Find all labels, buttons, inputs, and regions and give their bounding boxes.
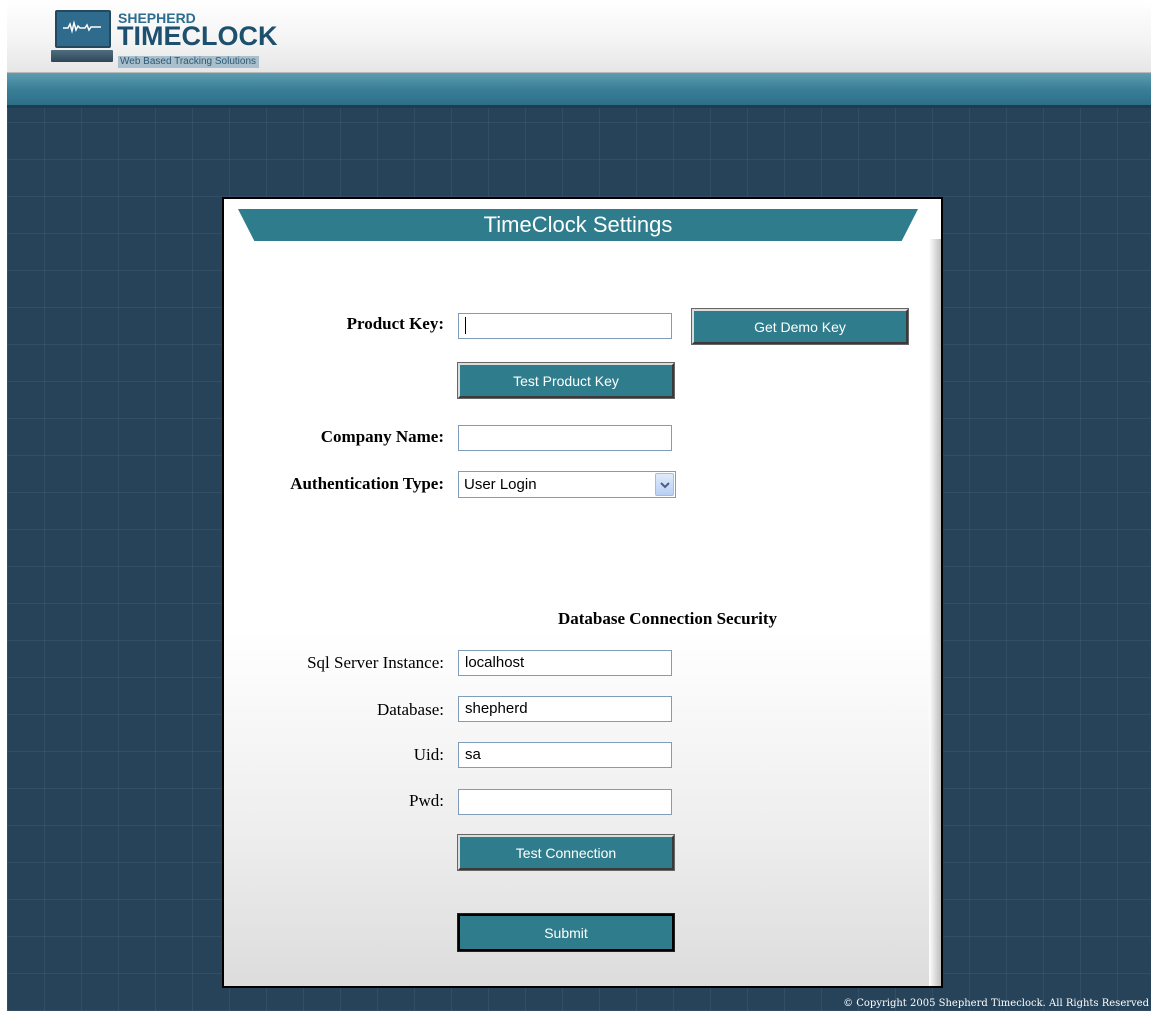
text-cursor — [465, 316, 466, 334]
page-title: TimeClock Settings — [483, 212, 673, 237]
pwd-label: Pwd: — [409, 791, 444, 810]
keyboard-graphic — [51, 50, 113, 62]
submit-button[interactable]: Submit — [457, 913, 675, 952]
get-demo-key-button[interactable]: Get Demo Key — [691, 308, 909, 345]
authentication-type-label: Authentication Type: — [290, 474, 444, 493]
sql-server-instance-input[interactable]: localhost — [458, 650, 672, 676]
database-input[interactable]: shepherd — [458, 696, 672, 722]
logo: SHEPHERD TIMECLOCK Web Based Tracking So… — [51, 4, 295, 68]
test-connection-button[interactable]: Test Connection — [457, 834, 675, 871]
database-section-title: Database Connection Security — [557, 609, 778, 628]
uid-input[interactable]: sa — [458, 742, 672, 768]
computer-monitor-icon — [55, 10, 111, 48]
database-label: Database: — [376, 700, 444, 719]
company-name-input[interactable] — [458, 425, 672, 451]
brand-main-text: TIMECLOCK — [117, 21, 278, 51]
uid-label: Uid: — [413, 745, 444, 764]
app-header: SHEPHERD TIMECLOCK Web Based Tracking So… — [7, 0, 1151, 73]
brand-tagline: Web Based Tracking Solutions — [118, 56, 260, 68]
copyright-text: © Copyright 2005 Shepherd Timeclock. All… — [843, 998, 1149, 1009]
authentication-type-value: User Login — [464, 476, 537, 493]
sql-server-instance-label: Sql Server Instance: — [307, 653, 444, 672]
pwd-input[interactable] — [458, 789, 672, 815]
header-band — [7, 73, 1151, 108]
test-product-key-button[interactable]: Test Product Key — [457, 362, 675, 399]
company-name-label: Company Name: — [320, 427, 444, 446]
product-key-label: Product Key: — [346, 314, 444, 333]
settings-panel: TimeClock Settings Product Key: Get Demo… — [222, 197, 943, 988]
authentication-type-select[interactable]: User Login — [458, 471, 676, 498]
panel-title-bar: TimeClock Settings — [238, 209, 918, 241]
product-key-input[interactable] — [458, 313, 672, 339]
chevron-down-icon[interactable] — [655, 473, 674, 496]
